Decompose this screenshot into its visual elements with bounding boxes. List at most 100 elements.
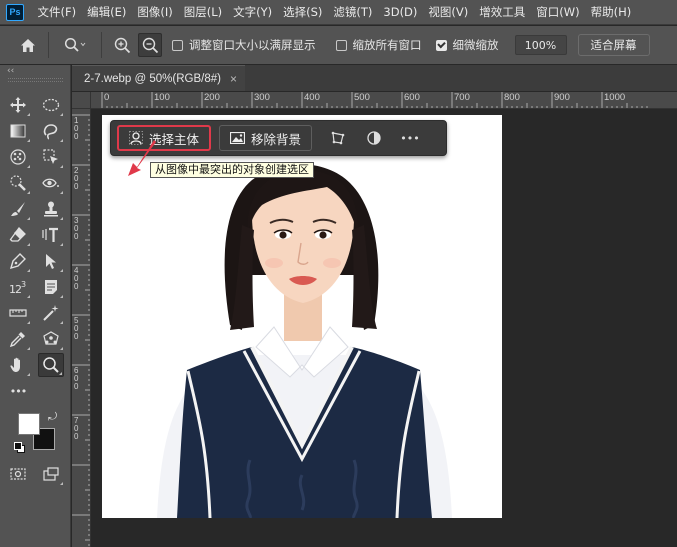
lasso-icon <box>43 124 58 140</box>
elliptical-marquee-icon <box>42 98 60 112</box>
close-tab-icon[interactable]: × <box>230 72 237 86</box>
ruler-label: 0 <box>74 382 79 391</box>
marquee-tool[interactable] <box>38 93 64 117</box>
direct-selection-icon <box>46 254 56 269</box>
home-button[interactable] <box>16 33 40 57</box>
menu-layer[interactable]: 图层(L) <box>178 4 227 20</box>
ruler-label: 900 <box>554 92 570 103</box>
fit-screen-button[interactable]: 适合屏幕 <box>577 34 650 56</box>
menu-filter[interactable]: 滤镜(T) <box>328 4 378 20</box>
scrubby-zoom-label: 细微缩放 <box>452 38 499 52</box>
ruler-label: 1000 <box>604 92 626 103</box>
eyedropper-icon <box>9 332 25 348</box>
remove-background-button[interactable]: 移除背景 <box>219 125 313 151</box>
puppet-warp-icon <box>43 331 59 345</box>
checkbox-box[interactable] <box>435 39 447 51</box>
default-colors-icon[interactable] <box>14 442 25 453</box>
foreground-color-swatch[interactable] <box>18 413 40 435</box>
note-tool[interactable] <box>38 275 64 299</box>
path-selection-tool[interactable] <box>38 249 64 273</box>
note-icon <box>45 280 57 294</box>
menu-view[interactable]: 视图(V) <box>423 4 474 20</box>
menu-edit[interactable]: 编辑(E) <box>82 4 132 20</box>
menu-window[interactable]: 窗口(W) <box>531 4 585 20</box>
eyedropper-tool[interactable] <box>5 327 31 351</box>
screen-mode-button[interactable] <box>38 462 64 486</box>
ruler-tool[interactable] <box>5 301 31 325</box>
object-selection-icon <box>43 149 58 164</box>
vertical-ruler[interactable]: 100200300400500600700 <box>72 109 91 547</box>
document-tab-title: 2-7.webp @ 50%(RGB/8#) <box>84 72 221 85</box>
scrubby-zoom-checkbox[interactable]: 细微缩放 <box>435 37 499 53</box>
menu-image[interactable]: 图像(I) <box>132 4 178 20</box>
options-bar: 调整窗口大小以满屏显示 缩放所有窗口 细微缩放 100% 适合屏幕 <box>0 26 677 64</box>
pen-tool[interactable] <box>5 249 31 273</box>
clone-stamp-tool[interactable] <box>38 197 64 221</box>
object-selection-tool[interactable] <box>38 145 64 169</box>
zoom-tool-preset[interactable] <box>57 33 93 57</box>
count-tool[interactable]: 123 <box>5 275 31 299</box>
brush-icon <box>11 202 25 216</box>
quick-selection-tool[interactable] <box>5 171 31 195</box>
hand-tool[interactable] <box>5 353 31 377</box>
move-icon <box>10 97 26 113</box>
edit-toolbar-button[interactable]: ••• <box>5 379 31 403</box>
move-tool[interactable] <box>5 93 31 117</box>
blur-tool[interactable] <box>5 145 31 169</box>
horizontal-ruler-ticks <box>101 92 648 108</box>
checkbox-box[interactable] <box>335 39 347 51</box>
transform-icon <box>331 131 345 145</box>
document-area: 2-7.webp @ 50%(RGB/8#) × 0 100 200 300 400 50… <box>72 65 677 547</box>
hand-icon <box>10 357 20 372</box>
quick-mask-button[interactable] <box>5 462 31 486</box>
ruler-label: 400 <box>304 92 320 103</box>
photoshop-window: Ps 文件(F) 编辑(E) 图像(I) 图层(L) 文字(Y) 选择(S) 滤… <box>0 0 677 547</box>
ruler-label: 300 <box>254 92 270 103</box>
svg-text:3: 3 <box>21 280 26 289</box>
zoom-all-windows-checkbox[interactable]: 缩放所有窗口 <box>335 37 422 53</box>
gradient-tool[interactable] <box>5 119 31 143</box>
zoom-in-button[interactable] <box>110 33 134 57</box>
menu-plugins[interactable]: 增效工具 <box>474 4 531 20</box>
type-tool[interactable] <box>38 223 64 247</box>
menu-type[interactable]: 文字(Y) <box>228 4 278 20</box>
select-subject-tooltip: 从图像中最突出的对象创建选区 <box>150 162 314 178</box>
magic-wand-icon <box>43 305 59 321</box>
brush-tool[interactable] <box>5 197 31 221</box>
horizontal-ruler[interactable]: 0 100 200 300 400 500 600 700 800 900 1000 <box>91 92 677 109</box>
stamp-icon <box>44 201 58 217</box>
eraser-icon <box>9 227 26 242</box>
zoom-tool[interactable] <box>38 353 64 377</box>
zoom-in-icon <box>114 37 130 53</box>
magic-wand-tool[interactable] <box>38 301 64 325</box>
ruler-origin[interactable] <box>72 92 91 109</box>
menu-help[interactable]: 帮助(H) <box>585 4 637 20</box>
resize-windows-checkbox[interactable]: 调整窗口大小以满屏显示 <box>172 37 316 53</box>
eraser-tool[interactable] <box>5 223 31 247</box>
lasso-tool[interactable] <box>38 119 64 143</box>
puppet-warp-tool[interactable] <box>38 327 64 351</box>
menu-select[interactable]: 选择(S) <box>278 4 328 20</box>
screen-mode-icon <box>43 467 59 481</box>
zoom-percentage-field[interactable]: 100% <box>514 35 567 55</box>
transform-button[interactable] <box>320 131 356 145</box>
zoom-out-button[interactable] <box>138 33 162 57</box>
document-tab[interactable]: 2-7.webp @ 50%(RGB/8#) × <box>72 65 245 91</box>
swap-colors-icon[interactable]: ⤾ <box>48 410 57 424</box>
count-icon: 123 <box>9 280 26 296</box>
tools-panel: ‹‹ 1 2 3 ••• ⤾ <box>0 65 71 547</box>
menu-file[interactable]: 文件(F) <box>32 4 82 20</box>
ruler-label: 800 <box>504 92 520 103</box>
menu-3d[interactable]: 3D(D) <box>378 5 423 19</box>
ruler-label: 0 <box>74 332 79 341</box>
ruler-label: 0 <box>74 182 79 191</box>
red-eye-tool[interactable] <box>38 171 64 195</box>
toolbar-grip[interactable] <box>8 78 63 82</box>
checkbox-box[interactable] <box>172 39 183 51</box>
ruler-label: 0 <box>74 432 79 441</box>
remove-background-label: 移除背景 <box>251 131 302 147</box>
adjustment-button[interactable] <box>356 131 392 145</box>
more-options-button[interactable]: ••• <box>392 132 428 145</box>
zoom-out-icon <box>142 37 158 53</box>
collapse-toolbar-icon[interactable]: ‹‹ <box>7 66 14 76</box>
